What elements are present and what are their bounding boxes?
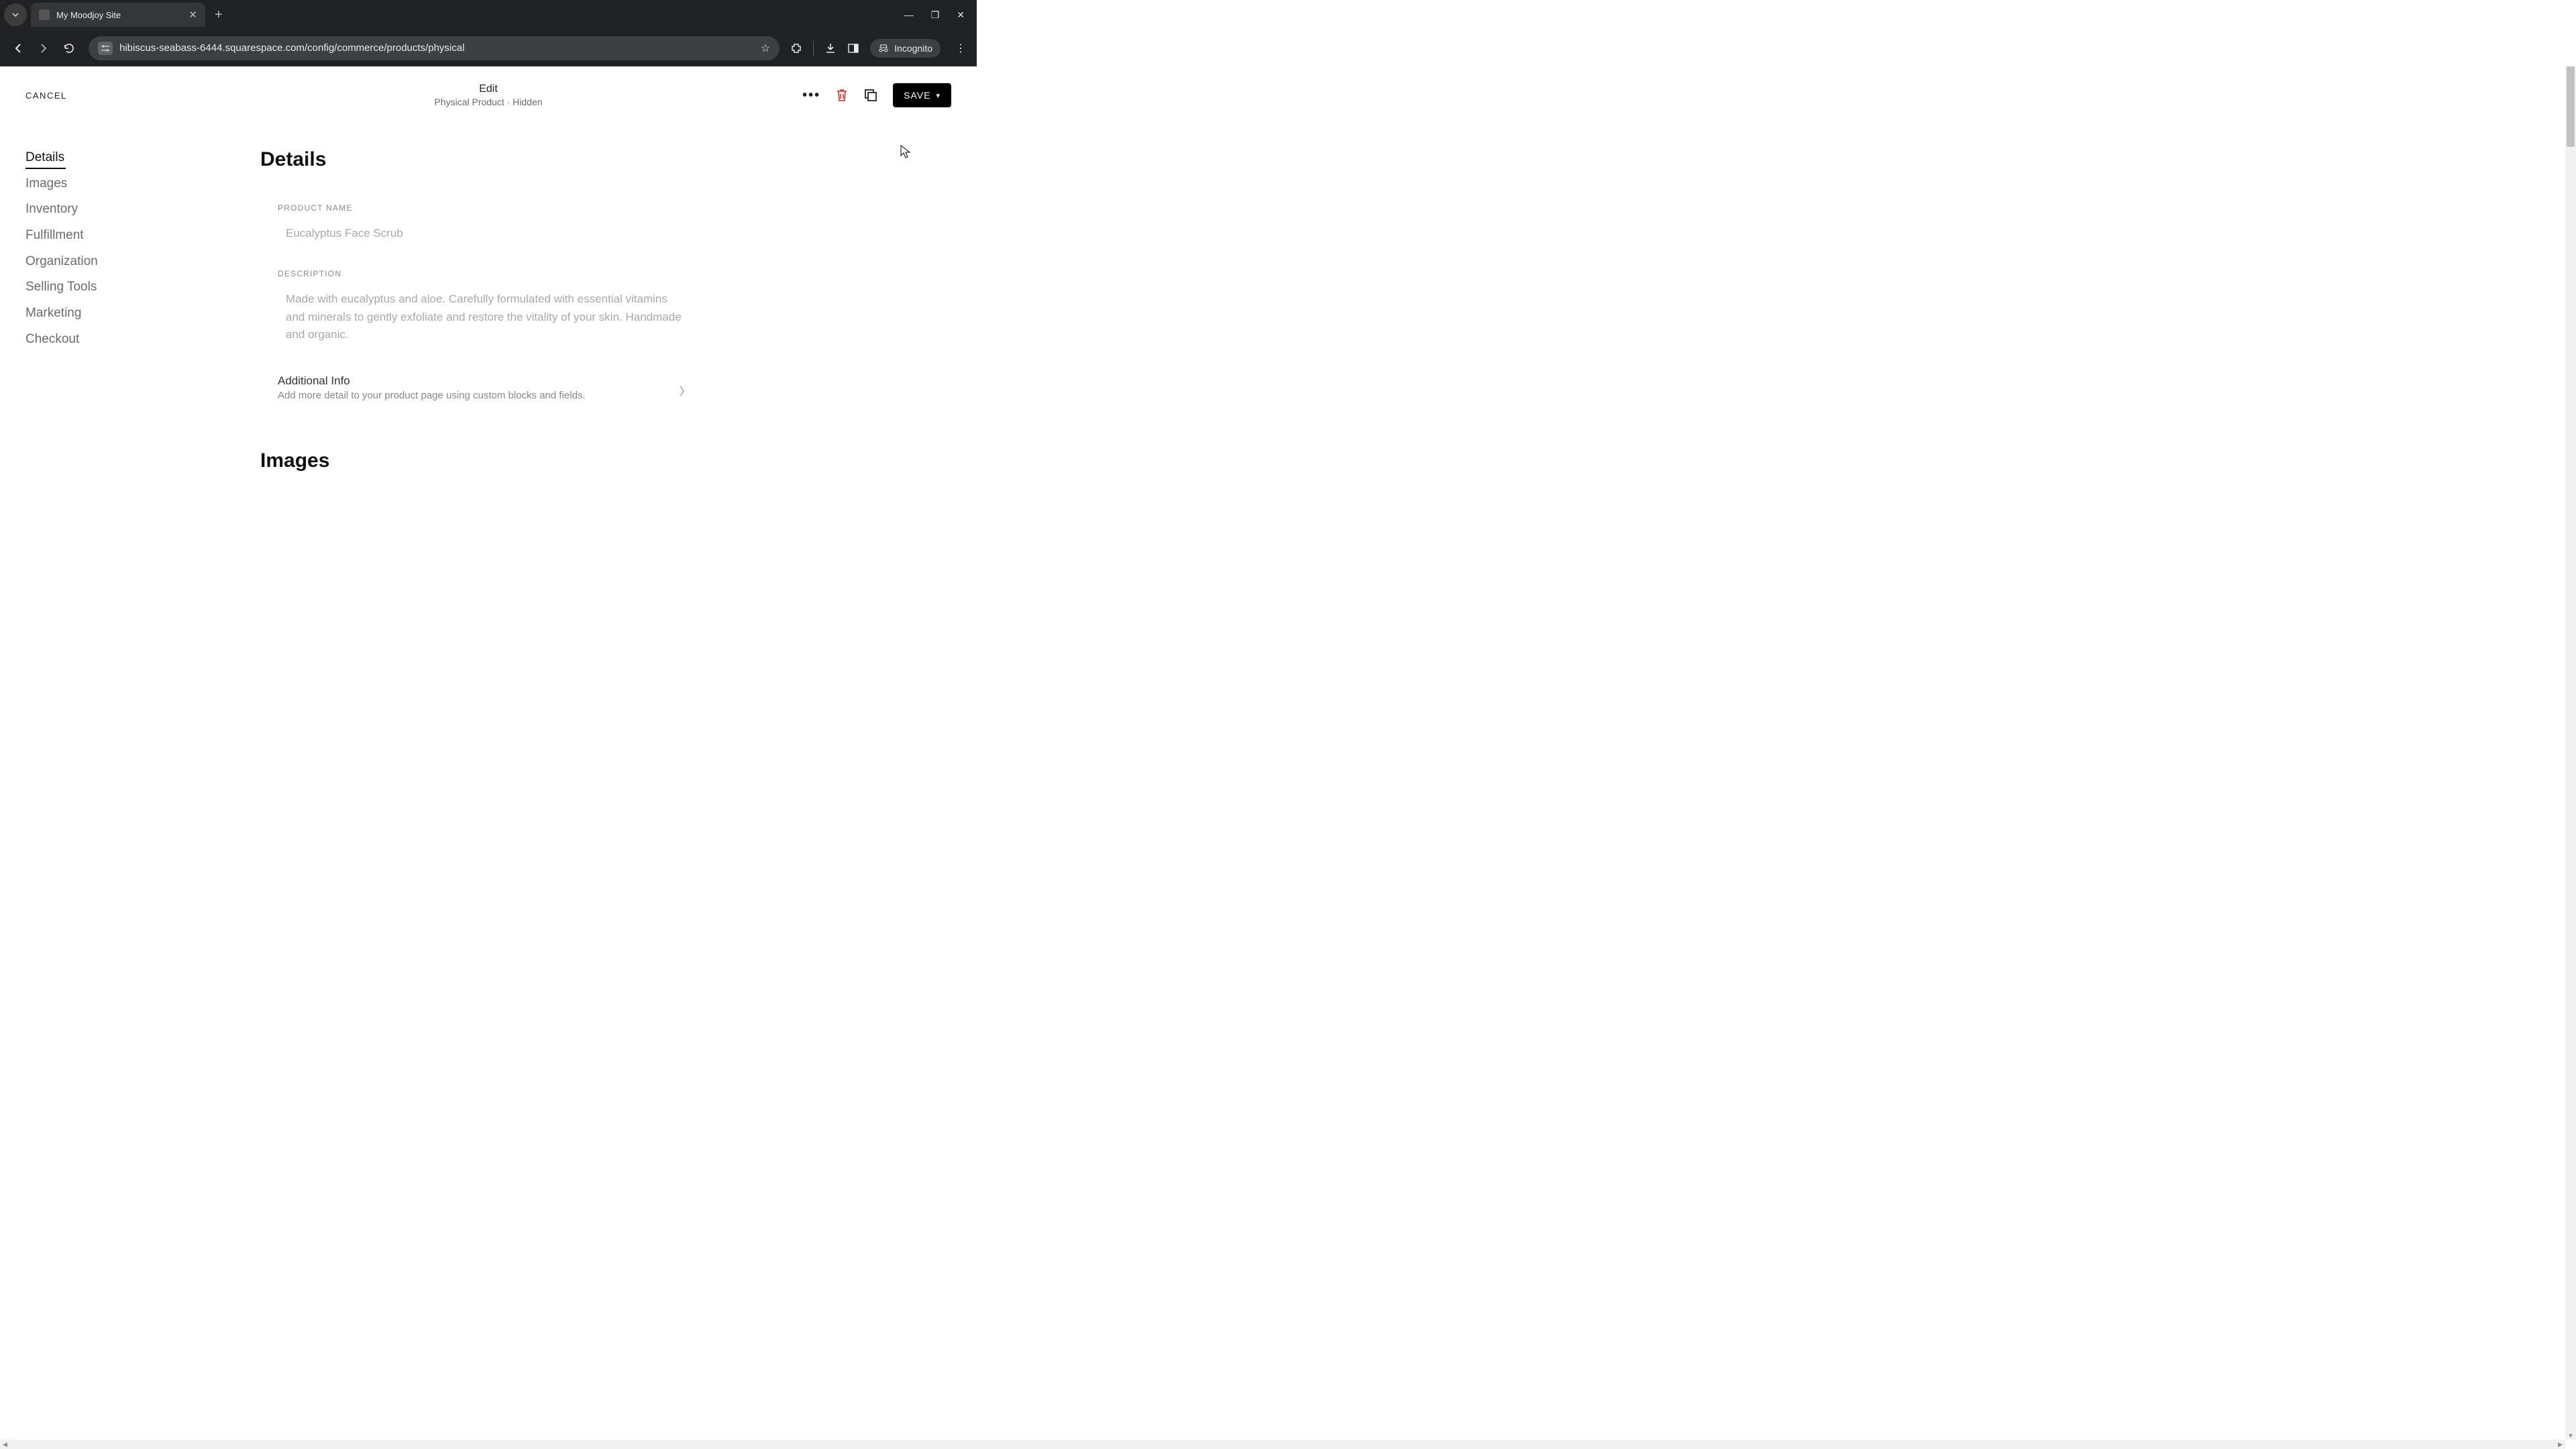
sidebar-item-organization[interactable]: Organization: [25, 254, 255, 270]
extensions-icon[interactable]: [790, 42, 802, 54]
scroll-left-arrow[interactable]: ◀: [3, 1441, 7, 1448]
incognito-label: Incognito: [894, 43, 932, 54]
sidebar-item-inventory[interactable]: Inventory: [25, 201, 255, 218]
horizontal-scrollbar[interactable]: ◀ ▶: [0, 1440, 2565, 1449]
nav-bar: hibiscus-seabass-6444.squarespace.com/co…: [0, 30, 977, 66]
sidebar-item-images[interactable]: Images: [25, 176, 255, 193]
scroll-right-arrow[interactable]: ▶: [2558, 1441, 2563, 1448]
tab-title: My Moodjoy Site: [56, 10, 182, 20]
chevron-down-icon: [11, 11, 19, 19]
sidebar: Details Images Inventory Fulfillment Org…: [0, 124, 255, 547]
additional-info-row[interactable]: Additional Info Add more detail to your …: [278, 374, 690, 401]
forward-button[interactable]: [32, 37, 55, 60]
vertical-scrollbar[interactable]: ▲ ▼: [2565, 66, 2576, 1440]
chevron-right-icon: 〉: [680, 382, 690, 398]
sidebar-item-checkout[interactable]: Checkout: [25, 331, 255, 348]
window-controls: — ❐ ✕: [904, 9, 977, 21]
description-label: DESCRIPTION: [278, 269, 936, 278]
section-heading-images: Images: [260, 449, 936, 472]
page-title: Edit: [434, 83, 542, 95]
additional-info-subtitle: Add more detail to your product page usi…: [278, 390, 586, 401]
reload-button[interactable]: [58, 37, 80, 60]
additional-info-title: Additional Info: [278, 374, 586, 388]
header-actions: ••• SAVE ▾: [802, 83, 951, 107]
maximize-icon[interactable]: ❐: [931, 9, 940, 21]
incognito-indicator[interactable]: Incognito: [870, 39, 941, 58]
downloads-icon[interactable]: [824, 42, 837, 54]
sidebar-item-fulfillment[interactable]: Fulfillment: [25, 227, 255, 244]
section-heading-details: Details: [260, 148, 936, 171]
scrollbar-thumb[interactable]: [2567, 66, 2575, 147]
content-area: Details Images Inventory Fulfillment Org…: [0, 124, 977, 547]
bookmark-star-icon[interactable]: ☆: [761, 42, 770, 55]
more-options-icon[interactable]: •••: [802, 88, 820, 103]
tune-icon: [101, 44, 110, 52]
tab-favicon: [39, 9, 50, 20]
close-tab-icon[interactable]: ✕: [189, 9, 197, 21]
product-name-label: PRODUCT NAME: [278, 203, 936, 213]
save-button-label: SAVE: [904, 90, 930, 101]
cancel-button[interactable]: CANCEL: [25, 91, 67, 101]
forward-arrow-icon: [38, 42, 50, 54]
url-text: hibiscus-seabass-6444.squarespace.com/co…: [119, 42, 754, 54]
description-input[interactable]: Made with eucalyptus and aloe. Carefully…: [286, 290, 688, 343]
main-panel: Details PRODUCT NAME Eucalyptus Face Scr…: [255, 124, 977, 547]
sidebar-item-details[interactable]: Details: [25, 150, 255, 166]
app-header: CANCEL Edit Physical Product · Hidden ••…: [0, 66, 977, 124]
minimize-icon[interactable]: —: [904, 9, 914, 21]
mouse-cursor: [900, 145, 911, 160]
delete-icon[interactable]: [835, 88, 849, 103]
tab-bar: My Moodjoy Site ✕ + — ❐ ✕: [0, 0, 977, 30]
new-tab-button[interactable]: +: [215, 7, 223, 23]
close-window-icon[interactable]: ✕: [957, 9, 965, 21]
back-arrow-icon: [12, 42, 24, 54]
scroll-down-arrow[interactable]: ▼: [2565, 1432, 2576, 1439]
page-subtitle: Physical Product · Hidden: [434, 97, 542, 107]
site-info-icon[interactable]: [98, 42, 113, 55]
save-button[interactable]: SAVE ▾: [893, 83, 951, 107]
duplicate-icon[interactable]: [863, 88, 878, 103]
toolbar-icons: Incognito ⋮: [790, 39, 970, 58]
product-name-input[interactable]: Eucalyptus Face Scrub: [286, 225, 688, 242]
url-bar[interactable]: hibiscus-seabass-6444.squarespace.com/co…: [89, 36, 780, 60]
additional-info-text: Additional Info Add more detail to your …: [278, 374, 586, 401]
tab-search-dropdown[interactable]: [4, 3, 27, 26]
reload-icon: [63, 42, 75, 54]
separator: [813, 41, 814, 56]
side-panel-icon[interactable]: [847, 42, 859, 54]
back-button[interactable]: [7, 37, 30, 60]
sidebar-item-selling-tools[interactable]: Selling Tools: [25, 279, 255, 296]
chevron-down-icon: ▾: [936, 91, 941, 100]
sidebar-item-marketing[interactable]: Marketing: [25, 305, 255, 322]
browser-menu-icon[interactable]: ⋮: [951, 42, 970, 55]
incognito-icon: [878, 44, 889, 53]
browser-tab[interactable]: My Moodjoy Site ✕: [31, 3, 205, 27]
header-center: Edit Physical Product · Hidden: [434, 83, 542, 107]
browser-chrome: My Moodjoy Site ✕ + — ❐ ✕ hibiscus-seaba…: [0, 0, 977, 66]
